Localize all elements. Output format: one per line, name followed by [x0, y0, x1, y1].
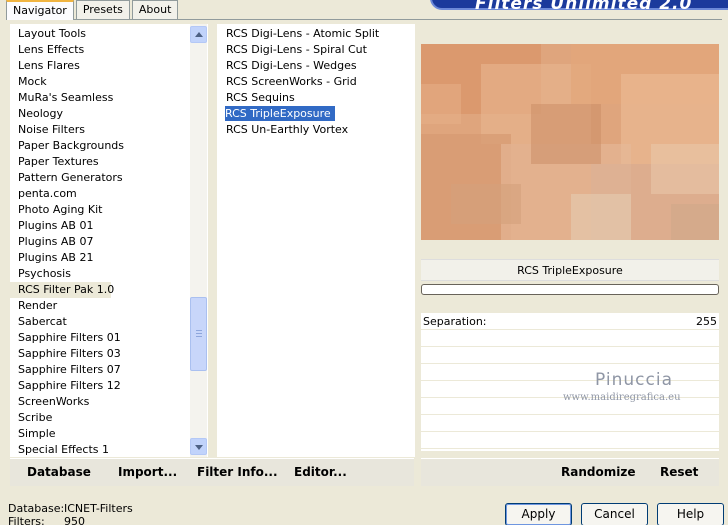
- category-item[interactable]: Simple: [10, 426, 190, 442]
- param-label: Separation:: [423, 315, 487, 328]
- progress-bar: [421, 284, 719, 295]
- param-row-empty: [421, 330, 719, 347]
- tab-presets[interactable]: Presets: [75, 0, 130, 19]
- cancel-button[interactable]: Cancel: [581, 503, 648, 525]
- filters-count-label: Filters:: [8, 515, 45, 525]
- category-item[interactable]: Scribe: [10, 410, 190, 426]
- category-item[interactable]: Plugins AB 21: [10, 250, 190, 266]
- reset-button[interactable]: Reset: [660, 465, 698, 479]
- category-item[interactable]: Sapphire Filters 03: [10, 346, 190, 362]
- database-label: Database:: [8, 502, 65, 515]
- import-button[interactable]: Import...: [118, 465, 177, 479]
- right-toolbar: Randomize Reset: [421, 458, 719, 486]
- category-item[interactable]: Photo Aging Kit: [10, 202, 190, 218]
- filter-list: RCS Digi-Lens - Atomic Split RCS Digi-Len…: [217, 24, 415, 457]
- filter-info-button[interactable]: Filter Info...: [197, 465, 278, 479]
- category-item[interactable]: Render: [10, 298, 190, 314]
- param-row-empty: [421, 415, 719, 432]
- category-item[interactable]: Pattern Generators: [10, 170, 190, 186]
- parameters-panel: Separation: 255: [421, 313, 719, 451]
- category-item[interactable]: Plugins AB 07: [10, 234, 190, 250]
- apply-button[interactable]: Apply: [505, 503, 572, 525]
- filter-item-label: RCS TripleExposure: [225, 106, 335, 121]
- tab-about[interactable]: About: [131, 0, 179, 19]
- preview-image: [421, 44, 719, 240]
- param-row-empty: [421, 432, 719, 449]
- status-area: Database:ICNET-Filters Filters: 950: [8, 502, 133, 525]
- database-button[interactable]: Database: [27, 465, 91, 479]
- filter-item-label: RCS ScreenWorks - Grid: [226, 75, 357, 88]
- filter-item[interactable]: RCS Digi-Lens - Spiral Cut: [217, 42, 415, 58]
- param-row-separation[interactable]: Separation: 255: [421, 313, 719, 330]
- filter-item-label: RCS Digi-Lens - Wedges: [226, 59, 357, 72]
- filter-item[interactable]: RCS TripleExposure: [217, 106, 415, 122]
- category-item[interactable]: ScreenWorks: [10, 394, 190, 410]
- scrollbar-thumb[interactable]: [190, 297, 207, 371]
- param-row-empty: [421, 364, 719, 381]
- category-scrollbar[interactable]: [190, 24, 207, 457]
- category-item[interactable]: Mock: [10, 74, 190, 90]
- filter-item-label: RCS Digi-Lens - Atomic Split: [226, 27, 380, 40]
- filter-item-label: RCS Sequins: [226, 91, 295, 104]
- category-item[interactable]: Sabercat: [10, 314, 190, 330]
- category-item[interactable]: Lens Flares: [10, 58, 190, 74]
- filter-item[interactable]: RCS Digi-Lens - Wedges: [217, 58, 415, 74]
- watermark-url: www.maidiregrafica.eu: [563, 392, 681, 403]
- database-value: ICNET-Filters: [64, 502, 133, 515]
- category-item[interactable]: Neology: [10, 106, 190, 122]
- category-item[interactable]: Special Effects 1: [10, 442, 190, 457]
- filter-item[interactable]: RCS Un-Earthly Vortex: [217, 122, 415, 138]
- filters-count-value: 950: [64, 515, 85, 525]
- filter-item-label: RCS Un-Earthly Vortex: [226, 123, 349, 136]
- help-button[interactable]: Help: [657, 503, 724, 525]
- filter-item[interactable]: RCS Sequins: [217, 90, 415, 106]
- chevron-up-icon[interactable]: [190, 26, 207, 43]
- category-list-panel: Layout Tools Lens Effects Lens Flares Mock M…: [10, 24, 208, 457]
- chevron-down-icon[interactable]: [190, 438, 207, 455]
- category-item[interactable]: Lens Effects: [10, 42, 190, 58]
- randomize-button[interactable]: Randomize: [561, 465, 635, 479]
- left-toolbar: Database Import... Filter Info... Editor…: [10, 458, 414, 486]
- category-item[interactable]: Plugins AB 01: [10, 218, 190, 234]
- category-list: Layout Tools Lens Effects Lens Flares Mock M…: [10, 26, 190, 457]
- category-item[interactable]: penta.com: [10, 186, 190, 202]
- category-item[interactable]: Sapphire Filters 01: [10, 330, 190, 346]
- tab-navigator[interactable]: Navigator: [6, 0, 74, 20]
- param-value: 255: [696, 315, 717, 328]
- category-item[interactable]: Paper Textures: [10, 154, 190, 170]
- category-item[interactable]: MuRa's Seamless: [10, 90, 190, 106]
- filter-item[interactable]: RCS Digi-Lens - Atomic Split: [217, 26, 415, 42]
- category-item[interactable]: Sapphire Filters 12: [10, 378, 190, 394]
- grip-icon: [196, 330, 202, 337]
- editor-button[interactable]: Editor...: [294, 465, 347, 479]
- category-item[interactable]: Noise Filters: [10, 122, 190, 138]
- category-item[interactable]: Sapphire Filters 07: [10, 362, 190, 378]
- category-item[interactable]: Psychosis: [10, 266, 190, 282]
- selected-filter-name: RCS TripleExposure: [421, 259, 719, 281]
- category-item[interactable]: RCS Filter Pak 1.0: [10, 282, 114, 298]
- tab-bar: Navigator Presets About: [6, 0, 180, 20]
- banner-title: Filters Unlimited 2.0: [475, 0, 693, 14]
- param-row-empty: [421, 347, 719, 364]
- filter-item-label: RCS Digi-Lens - Spiral Cut: [226, 43, 367, 56]
- category-item[interactable]: Paper Backgrounds: [10, 138, 190, 154]
- watermark-name: Pinuccia: [595, 370, 673, 390]
- category-item[interactable]: Layout Tools: [10, 26, 190, 42]
- filter-item[interactable]: RCS ScreenWorks - Grid: [217, 74, 415, 90]
